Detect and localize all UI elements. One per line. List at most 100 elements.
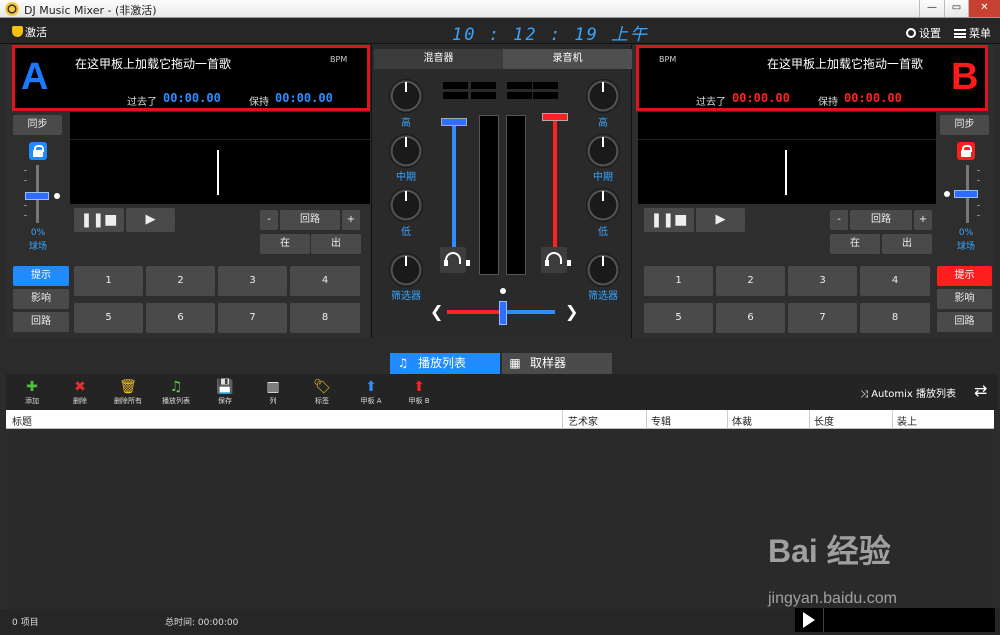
playlist-button[interactable]: ♫ 播放列表 xyxy=(153,378,199,406)
add-button[interactable]: ✚ 添加 xyxy=(9,378,55,406)
deck-a-pad-2[interactable]: 2 xyxy=(146,266,215,296)
col-artist[interactable]: 艺术家 xyxy=(568,413,598,428)
deck-b-effects-button[interactable]: 影响 xyxy=(937,289,992,309)
minimize-button[interactable]: — xyxy=(919,0,944,17)
load-deck-a-button[interactable]: ⬆ 甲板 A xyxy=(348,378,394,406)
deck-a-lock-icon[interactable] xyxy=(29,142,47,160)
deck-b-pad-2[interactable]: 2 xyxy=(716,266,785,296)
deck-b-out-button[interactable]: 出 xyxy=(882,234,932,254)
col-loaded[interactable]: 装上 xyxy=(897,413,917,428)
save-button[interactable]: 💾 保存 xyxy=(202,378,248,406)
deck-a-play-button[interactable]: ▶ xyxy=(126,208,175,232)
activate-button[interactable]: 激活 xyxy=(12,24,47,40)
deck-b-pad-5[interactable]: 5 xyxy=(644,303,713,333)
deck-b-eq-high-knob[interactable] xyxy=(586,79,620,113)
maximize-button[interactable]: ▭ xyxy=(944,0,968,17)
deck-a-pad-8[interactable]: 8 xyxy=(290,303,360,333)
col-album[interactable]: 专辑 xyxy=(651,413,671,428)
deck-a-cue-button[interactable]: 提示 xyxy=(13,266,69,286)
deck-a-loop-button[interactable]: 回路 xyxy=(280,210,340,230)
menu-button[interactable]: 菜单 xyxy=(954,25,991,41)
deck-b-eq-mid-knob[interactable] xyxy=(586,134,620,168)
tag-button[interactable]: 🏷 标签 xyxy=(299,378,345,406)
deck-b-pad-6[interactable]: 6 xyxy=(716,303,785,333)
deck-a-eq-low-knob[interactable] xyxy=(389,188,423,222)
deck-a-effects-button[interactable]: 影响 xyxy=(13,289,69,309)
deck-a-pause-stop-button[interactable]: ❚❚■ xyxy=(74,208,124,232)
deck-b-display: BPM 在这甲板上加载它拖动一首歌 过去了 00:00.00 保持 00:00.… xyxy=(636,45,988,111)
tab-recorder[interactable]: 录音机 xyxy=(503,49,632,69)
automix-button[interactable]: ⤨ Automix 播放列表 xyxy=(860,385,956,400)
deck-a-in-button[interactable]: 在 xyxy=(260,234,310,254)
tab-mixer[interactable]: 混音器 xyxy=(374,49,503,69)
deck-b-waveform[interactable] xyxy=(638,112,936,204)
deck-b-pitch-reset[interactable] xyxy=(944,191,950,197)
deck-b-song-hint: 在这甲板上加载它拖动一首歌 xyxy=(767,57,924,71)
col-genre[interactable]: 体裁 xyxy=(732,413,752,428)
deck-a-loop-plus[interactable]: + xyxy=(342,210,360,230)
playlist-icon: ♫ xyxy=(397,356,409,370)
load-deck-b-button[interactable]: ⬆ 甲板 B xyxy=(396,378,442,406)
deck-a-headphones-icon[interactable] xyxy=(440,247,470,273)
deck-a-volume-fader[interactable] xyxy=(441,118,467,126)
deck-a-pad-6[interactable]: 6 xyxy=(146,303,215,333)
deck-a-pitch-slider[interactable] xyxy=(25,192,49,200)
deck-a-pitch-reset[interactable] xyxy=(54,193,60,199)
settings-button[interactable]: 设置 xyxy=(906,25,941,41)
deck-a-pad-7[interactable]: 7 xyxy=(218,303,287,333)
deck-b-pause-stop-button[interactable]: ❚❚■ xyxy=(644,208,694,232)
deck-b-volume-fader[interactable] xyxy=(542,113,568,121)
tab-sampler[interactable]: ▦ 取样器 xyxy=(502,353,612,374)
deck-b-pad-1[interactable]: 1 xyxy=(644,266,713,296)
deck-a-eq-mid-knob[interactable] xyxy=(389,134,423,168)
activate-label: 激活 xyxy=(25,26,47,39)
mini-play-icon[interactable] xyxy=(803,612,815,628)
deck-b-play-button[interactable]: ▶ xyxy=(696,208,745,232)
deck-b-pad-7[interactable]: 7 xyxy=(788,303,857,333)
crossfader-slider[interactable] xyxy=(499,301,507,325)
deck-a-waveform[interactable] xyxy=(70,112,370,204)
playlist-table-header: 标题 艺术家 专辑 体裁 长度 装上 xyxy=(6,410,994,429)
deck-a-playhead xyxy=(217,150,219,195)
crossfader-left-arrow-icon[interactable]: ❮ xyxy=(430,302,443,321)
shield-icon xyxy=(12,26,23,37)
playlist-table-body[interactable] xyxy=(6,429,994,609)
col-title[interactable]: 标题 xyxy=(12,413,32,428)
deck-b-eq-low-knob[interactable] xyxy=(586,188,620,222)
deck-a-pad-5[interactable]: 5 xyxy=(74,303,143,333)
deck-a-pad-1[interactable]: 1 xyxy=(74,266,143,296)
deck-b-loop-side-button[interactable]: 回路 xyxy=(937,312,992,332)
deck-b-loop-plus[interactable]: + xyxy=(914,210,932,230)
deck-b-filter-knob[interactable] xyxy=(586,253,620,287)
deck-b-pitch-percent: 0% xyxy=(958,228,974,238)
deck-b-pitch-slider[interactable] xyxy=(954,190,978,198)
deck-b-pad-8[interactable]: 8 xyxy=(860,303,930,333)
deck-a-pad-3[interactable]: 3 xyxy=(218,266,287,296)
deck-a-loop-side-button[interactable]: 回路 xyxy=(13,312,69,332)
deck-a-filter-knob[interactable] xyxy=(389,253,423,287)
deck-b-pad-3[interactable]: 3 xyxy=(788,266,857,296)
crossfader-right-arrow-icon[interactable]: ❯ xyxy=(565,302,578,321)
delete-all-button[interactable]: 🗑 删除所有 xyxy=(105,378,151,406)
deck-a-eq-high-knob[interactable] xyxy=(389,79,423,113)
deck-b-lock-icon[interactable] xyxy=(957,142,975,160)
deck-a-out-button[interactable]: 出 xyxy=(311,234,361,254)
deck-b-loop-minus[interactable]: - xyxy=(830,210,848,230)
repeat-icon[interactable]: ⇄ xyxy=(974,381,987,400)
deck-b-in-button[interactable]: 在 xyxy=(830,234,880,254)
deck-b-sync-button[interactable]: 同步 xyxy=(940,115,989,135)
deck-a-loop-minus[interactable]: - xyxy=(260,210,278,230)
watermark-url: jingyan.baidu.com xyxy=(768,590,897,607)
col-length[interactable]: 长度 xyxy=(814,413,834,428)
deck-b-cue-button[interactable]: 提示 xyxy=(937,266,992,286)
delete-button[interactable]: ✖ 删除 xyxy=(57,378,103,406)
deck-a-pad-4[interactable]: 4 xyxy=(290,266,360,296)
deck-b-pad-4[interactable]: 4 xyxy=(860,266,930,296)
deck-a-sync-button[interactable]: 同步 xyxy=(13,115,62,135)
deck-b-loop-button[interactable]: 回路 xyxy=(850,210,912,230)
close-button[interactable]: ✕ xyxy=(968,0,1000,17)
tab-playlist[interactable]: ♫ 播放列表 xyxy=(390,353,500,374)
columns-button[interactable]: ▥ 列 xyxy=(250,378,296,406)
playlist-toolbar: ✚ 添加 ✖ 删除 🗑 删除所有 ♫ 播放列表 💾 保存 ▥ 列 🏷 标签 ⬆ 甲板 A ⬆ 甲板… xyxy=(6,374,998,410)
deck-b-headphones-icon[interactable] xyxy=(541,247,571,273)
